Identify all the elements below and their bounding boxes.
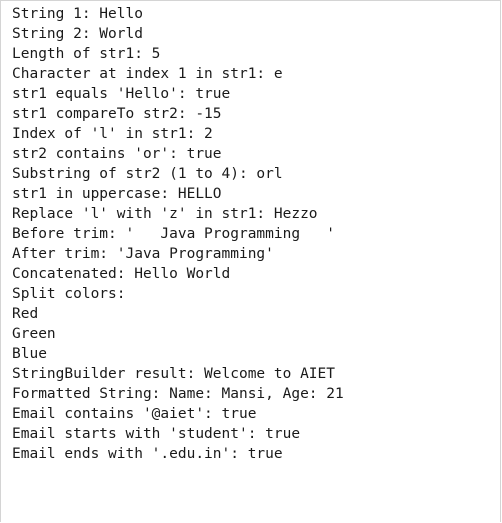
console-line: Concatenated: Hello World (12, 266, 231, 282)
console-line: Index of 'l' in str1: 2 (12, 126, 213, 142)
console-line: str1 compareTo str2: -15 (12, 106, 222, 122)
console-line: String 1: Hello (12, 6, 143, 22)
console-line: After trim: 'Java Programming' (12, 246, 274, 262)
console-line: Character at index 1 in str1: e (12, 66, 283, 82)
console-line: Green (12, 326, 56, 342)
console-line: String 2: World (12, 26, 143, 42)
console-line: str1 equals 'Hello': true (12, 86, 231, 102)
console-line: Email contains '@aiet': true (12, 406, 257, 422)
console-line: str1 in uppercase: HELLO (12, 186, 222, 202)
console-line: Email starts with 'student': true (12, 426, 301, 442)
console-line: Replace 'l' with 'z' in str1: Hezzo (12, 206, 318, 222)
console-line: Substring of str2 (1 to 4): orl (12, 166, 283, 182)
console-line: Red (12, 306, 39, 322)
console-output-text: String 1: Hello String 2: World Length o… (12, 4, 344, 464)
console-line: Email ends with '.edu.in': true (12, 446, 283, 462)
console-line: StringBuilder result: Welcome to AIET (12, 366, 336, 382)
console-output-panel[interactable]: String 1: Hello String 2: World Length o… (0, 0, 501, 522)
console-line: Blue (12, 346, 47, 362)
console-line: Formatted String: Name: Mansi, Age: 21 (12, 386, 344, 402)
console-line: Before trim: ' Java Programming ' (12, 226, 336, 242)
console-line: Split colors: (12, 286, 126, 302)
console-line: Length of str1: 5 (12, 46, 161, 62)
console-line: str2 contains 'or': true (12, 146, 222, 162)
